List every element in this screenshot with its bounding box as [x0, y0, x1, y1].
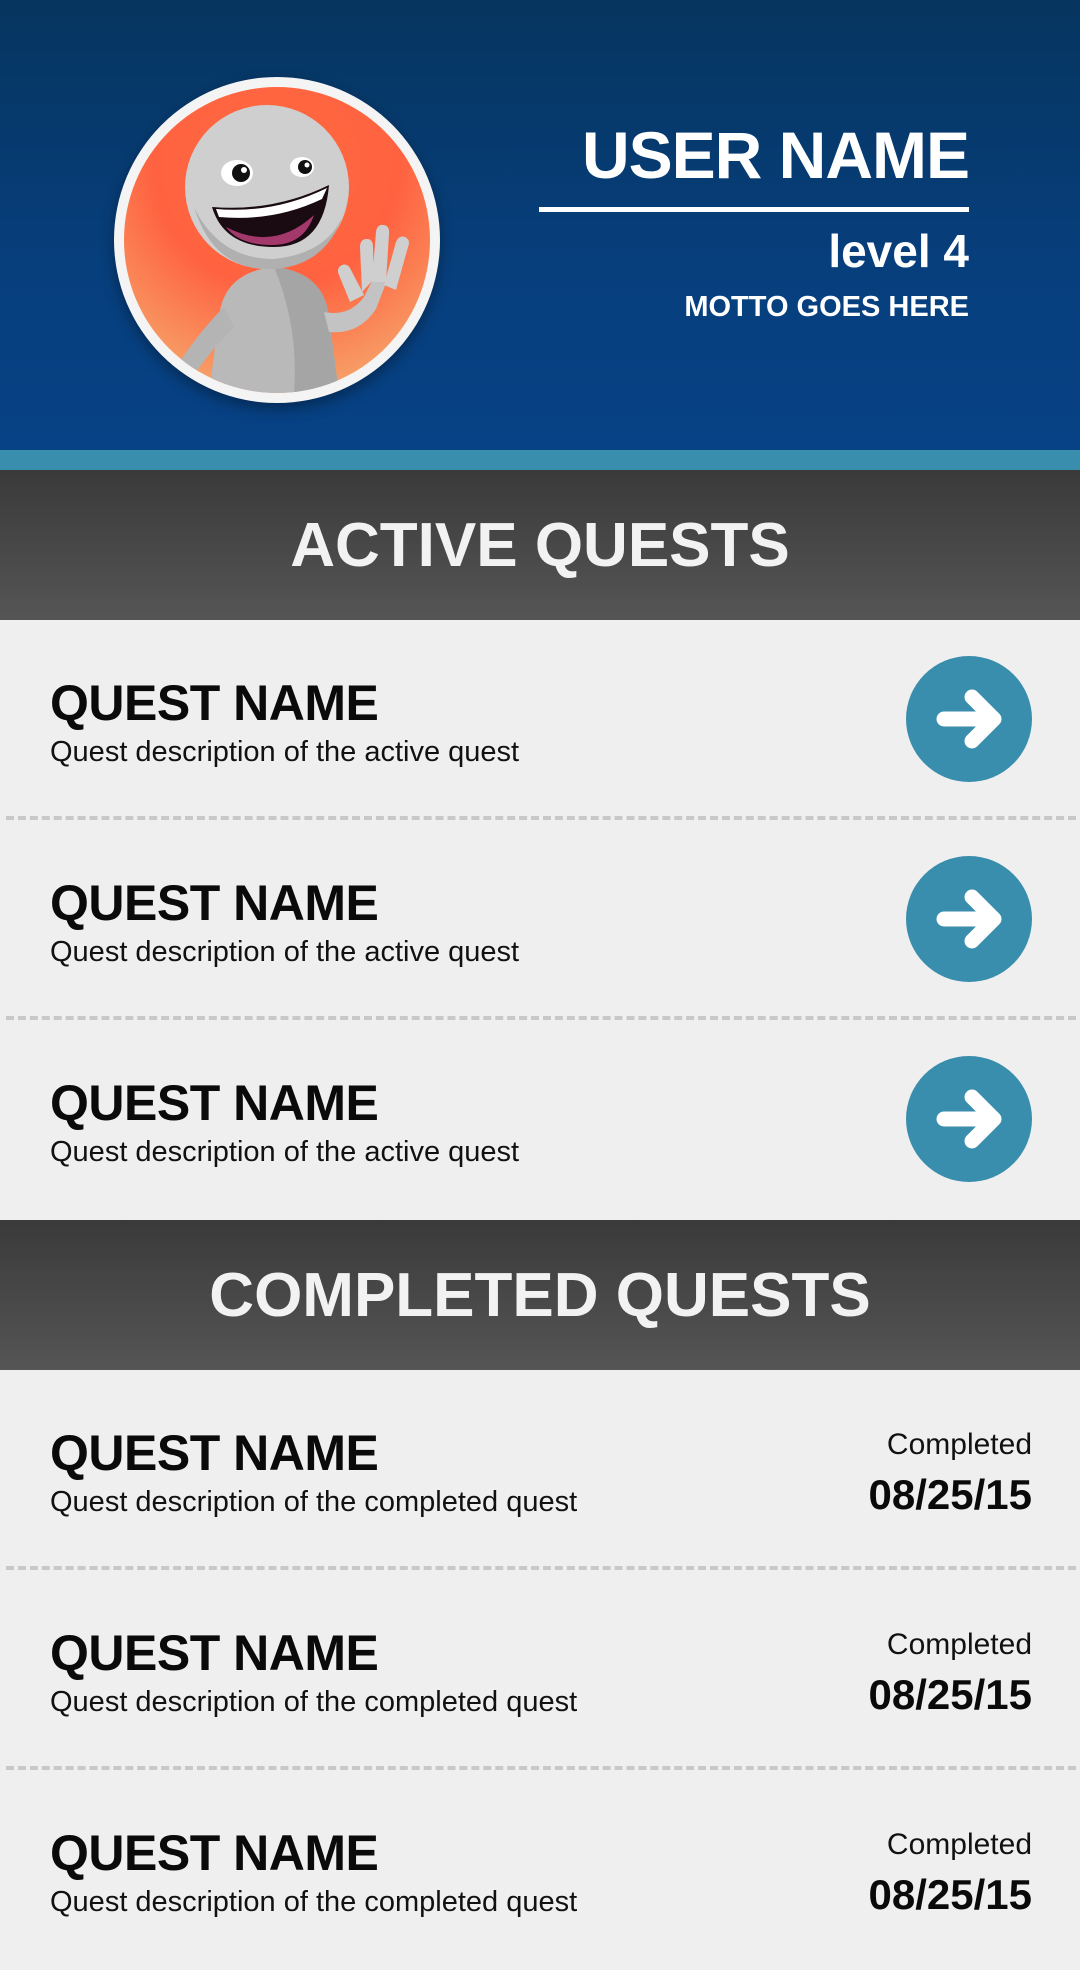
completed-date: 08/25/15 [868, 1671, 1033, 1718]
quest-description: Quest description of the completed quest [50, 1486, 578, 1518]
name-underline [539, 207, 969, 212]
completed-label: Completed [886, 1828, 1032, 1861]
quest-name: QUEST NAME [50, 675, 379, 731]
quest-name: QUEST NAME [50, 875, 379, 931]
completed-label: Completed [886, 1428, 1032, 1461]
quest-name: QUEST NAME [50, 1825, 379, 1881]
avatar[interactable] [114, 77, 440, 403]
completed-quest-row[interactable]: QUEST NAME Quest description of the comp… [0, 1770, 1080, 1970]
active-quest-row[interactable]: QUEST NAME Quest description of the acti… [0, 1020, 1080, 1220]
completed-quest-row[interactable]: QUEST NAME Quest description of the comp… [0, 1370, 1080, 1570]
user-level: level 4 [828, 225, 969, 277]
quest-description: Quest description of the completed quest [50, 1686, 578, 1718]
completed-date: 08/25/15 [868, 1871, 1033, 1918]
quest-description: Quest description of the active quest [50, 936, 520, 968]
quest-name: QUEST NAME [50, 1625, 379, 1681]
arrow-right-icon [936, 689, 1002, 749]
quest-description: Quest description of the active quest [50, 736, 520, 768]
user-name: USER NAME [581, 118, 970, 192]
arrow-right-icon [936, 889, 1002, 949]
waving-character-avatar-icon [124, 87, 430, 393]
quest-description: Quest description of the active quest [50, 1136, 520, 1168]
arrow-right-icon [936, 1089, 1002, 1149]
open-quest-button[interactable] [906, 856, 1032, 982]
quest-name: QUEST NAME [50, 1425, 379, 1481]
header-accent-stripe [0, 450, 1080, 470]
open-quest-button[interactable] [906, 656, 1032, 782]
completed-date: 08/25/15 [868, 1471, 1033, 1518]
completed-quests-header: COMPLETED QUESTS [0, 1220, 1080, 1370]
completed-label: Completed [886, 1628, 1032, 1661]
quest-description: Quest description of the completed quest [50, 1886, 578, 1918]
active-quest-row[interactable]: QUEST NAME Quest description of the acti… [0, 620, 1080, 820]
user-motto: MOTTO GOES HERE [684, 291, 969, 323]
quest-name: QUEST NAME [50, 1075, 379, 1131]
completed-quest-row[interactable]: QUEST NAME Quest description of the comp… [0, 1570, 1080, 1770]
profile-header: USER NAME level 4 MOTTO GOES HERE [0, 0, 1080, 450]
open-quest-button[interactable] [906, 1056, 1032, 1182]
active-quest-row[interactable]: QUEST NAME Quest description of the acti… [0, 820, 1080, 1020]
active-quests-header: ACTIVE QUESTS [0, 470, 1080, 620]
